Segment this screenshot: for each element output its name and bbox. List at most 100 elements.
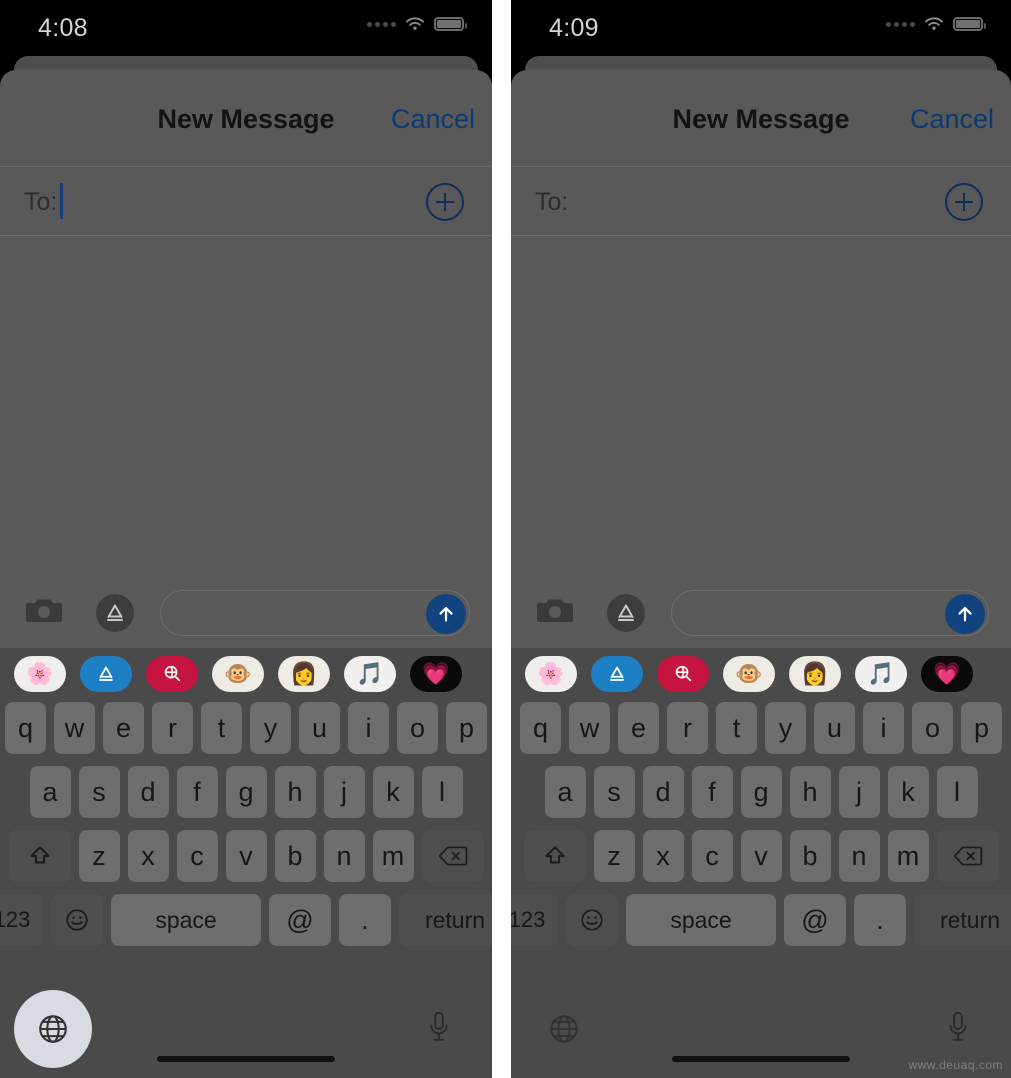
key-d[interactable]: d [642,766,684,818]
key-s[interactable]: s [593,766,635,818]
key-q[interactable]: q [520,702,561,754]
microphone-icon[interactable] [426,1008,452,1050]
period-key[interactable]: . [339,894,391,946]
digital-touch-app-icon[interactable]: 💗 [921,656,973,692]
backspace-key[interactable] [936,830,999,882]
period-key[interactable]: . [854,894,906,946]
photos-app-icon[interactable]: 🌸 [525,656,577,692]
key-n[interactable]: n [323,830,365,882]
camera-icon[interactable] [26,596,62,624]
key-e[interactable]: e [618,702,659,754]
key-p[interactable]: p [961,702,1002,754]
key-w[interactable]: w [569,702,610,754]
microphone-icon[interactable] [945,1008,971,1050]
key-t[interactable]: t [201,702,242,754]
key-x[interactable]: x [127,830,169,882]
key-v[interactable]: v [740,830,782,882]
image-search-app-icon[interactable] [657,656,709,692]
message-input[interactable] [160,590,470,636]
globe-key[interactable] [525,990,603,1068]
key-p[interactable]: p [446,702,487,754]
key-d[interactable]: d [127,766,169,818]
shift-key[interactable] [523,830,586,882]
memoji-app-icon[interactable]: 👩 [278,656,330,692]
key-s[interactable]: s [78,766,120,818]
emoji-key[interactable] [566,894,618,946]
key-r[interactable]: r [667,702,708,754]
return-key[interactable]: return [399,894,492,946]
key-c[interactable]: c [691,830,733,882]
key-z[interactable]: z [593,830,635,882]
key-u[interactable]: u [814,702,855,754]
key-k[interactable]: k [887,766,929,818]
at-key[interactable]: @ [269,894,331,946]
key-z[interactable]: z [78,830,120,882]
key-a[interactable]: a [29,766,71,818]
space-key[interactable]: space [111,894,261,946]
cancel-button[interactable]: Cancel [910,104,994,135]
numbers-key[interactable]: 123 [511,894,558,946]
key-k[interactable]: k [372,766,414,818]
key-y[interactable]: y [765,702,806,754]
app-store-app-icon[interactable] [591,656,643,692]
key-w[interactable]: w [54,702,95,754]
key-u[interactable]: u [299,702,340,754]
music-app-icon[interactable]: 🎵 [344,656,396,692]
key-l[interactable]: l [421,766,463,818]
memoji-app-icon[interactable]: 👩 [789,656,841,692]
globe-key[interactable] [14,990,92,1068]
key-m[interactable]: m [887,830,929,882]
key-l[interactable]: l [936,766,978,818]
key-c[interactable]: c [176,830,218,882]
camera-icon[interactable] [537,596,573,624]
add-contact-button[interactable] [945,183,983,221]
key-g[interactable]: g [225,766,267,818]
send-button[interactable] [945,594,985,634]
key-x[interactable]: x [642,830,684,882]
app-store-icon[interactable] [96,594,134,632]
key-f[interactable]: f [176,766,218,818]
key-a[interactable]: a [544,766,586,818]
image-search-app-icon[interactable] [146,656,198,692]
key-v[interactable]: v [225,830,267,882]
key-b[interactable]: b [789,830,831,882]
add-contact-button[interactable] [426,183,464,221]
music-app-icon[interactable]: 🎵 [855,656,907,692]
key-n[interactable]: n [838,830,880,882]
recipient-row[interactable]: To: [0,166,492,236]
numbers-key[interactable]: 123 [0,894,43,946]
key-j[interactable]: j [838,766,880,818]
key-q[interactable]: q [5,702,46,754]
key-o[interactable]: o [912,702,953,754]
send-button[interactable] [426,594,466,634]
message-input[interactable] [671,590,989,636]
emoji-key[interactable] [51,894,103,946]
key-m[interactable]: m [372,830,414,882]
return-key[interactable]: return [914,894,1011,946]
key-h[interactable]: h [274,766,316,818]
digital-touch-app-icon[interactable]: 💗 [410,656,462,692]
shift-key[interactable] [8,830,71,882]
cancel-button[interactable]: Cancel [391,104,475,135]
animoji-app-icon[interactable]: 🐵 [723,656,775,692]
key-y[interactable]: y [250,702,291,754]
key-b[interactable]: b [274,830,316,882]
animoji-app-icon[interactable]: 🐵 [212,656,264,692]
key-e[interactable]: e [103,702,144,754]
recipient-row[interactable]: To: [511,166,1011,236]
key-i[interactable]: i [863,702,904,754]
app-store-app-icon[interactable] [80,656,132,692]
key-t[interactable]: t [716,702,757,754]
space-key[interactable]: space [626,894,776,946]
at-key[interactable]: @ [784,894,846,946]
key-h[interactable]: h [789,766,831,818]
key-i[interactable]: i [348,702,389,754]
key-r[interactable]: r [152,702,193,754]
backspace-key[interactable] [421,830,484,882]
key-f[interactable]: f [691,766,733,818]
key-j[interactable]: j [323,766,365,818]
key-o[interactable]: o [397,702,438,754]
app-store-icon[interactable] [607,594,645,632]
key-g[interactable]: g [740,766,782,818]
photos-app-icon[interactable]: 🌸 [14,656,66,692]
